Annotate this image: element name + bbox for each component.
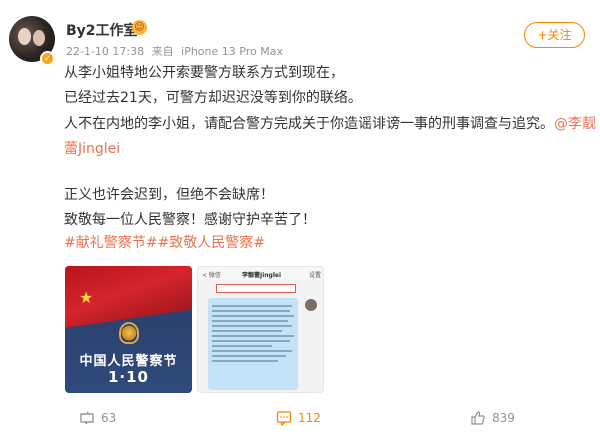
- member-badge-icon: ☺: [132, 20, 147, 35]
- comment-button[interactable]: 112: [276, 410, 321, 426]
- hashtag-link[interactable]: #献礼警察节##致敬人民警察#: [64, 231, 584, 255]
- post-text-line: 已经过去21天，可警方却迟迟没等到你的联络。: [64, 90, 362, 106]
- comment-count: 112: [298, 411, 321, 425]
- mention-link[interactable]: @李靓: [554, 116, 596, 132]
- verified-badge-icon: ✓: [40, 51, 55, 66]
- follow-button[interactable]: +关注: [524, 22, 585, 48]
- post-source: iPhone 13 Pro Max: [181, 45, 283, 58]
- chat-more-label: 设置: [308, 272, 321, 279]
- chat-back-label: < 微信: [202, 272, 221, 279]
- post-image-chat-screenshot[interactable]: < 微信 李靓蕾Jinglei 设置: [197, 266, 324, 393]
- post-timestamp[interactable]: 22-1-10 17:38: [66, 45, 144, 58]
- post-text-line: 正义也许会迟到，但绝不会缺席！: [64, 187, 274, 203]
- star-icon: ★: [79, 288, 94, 307]
- post-text-line: 致敬每一位人民警察！感谢守护辛苦了！: [64, 212, 316, 228]
- post-text-line: 从李小姐特地公开索要警方联系方式到现在，: [64, 65, 344, 81]
- chat-avatar: [305, 299, 317, 311]
- highlight-box: [216, 284, 296, 293]
- chat-topbar: < 微信 李靓蕾Jinglei 设置: [198, 267, 323, 280]
- police-emblem-icon: [119, 322, 139, 344]
- mention-link[interactable]: 蕾Jinglei: [64, 141, 120, 157]
- like-button[interactable]: 839: [470, 410, 515, 426]
- chat-contact-name: 李靓蕾Jinglei: [242, 272, 282, 279]
- image-date: 1·10: [107, 368, 149, 386]
- source-prefix: 来自: [151, 45, 174, 58]
- repost-button[interactable]: 63: [79, 410, 116, 426]
- comment-icon: [276, 411, 292, 426]
- image-title: 中国人民警察节: [79, 354, 178, 369]
- repost-icon: [80, 411, 94, 425]
- avatar-face: [18, 28, 31, 45]
- post-meta: 22-1-10 17:38 来自 iPhone 13 Pro Max: [66, 43, 287, 59]
- author-name[interactable]: By2工作室: [66, 20, 138, 40]
- post-text-line: 人不在内地的李小姐，请配合警方完成关于你造谣诽谤一事的刑事调查与追究。@李靓: [64, 112, 596, 136]
- post-text-segment: 人不在内地的李小姐，请配合警方完成关于你造谣诽谤一事的刑事调查与追究。: [64, 116, 554, 132]
- like-count: 839: [492, 411, 515, 425]
- thumbs-up-icon: [471, 411, 485, 425]
- post-image-police-day[interactable]: ★ 中国人民警察节 1·10: [65, 266, 192, 393]
- repost-count: 63: [101, 411, 117, 425]
- avatar-face: [33, 30, 45, 46]
- post-text-line: 蕾Jinglei: [64, 137, 584, 161]
- chat-bubble: [208, 298, 298, 390]
